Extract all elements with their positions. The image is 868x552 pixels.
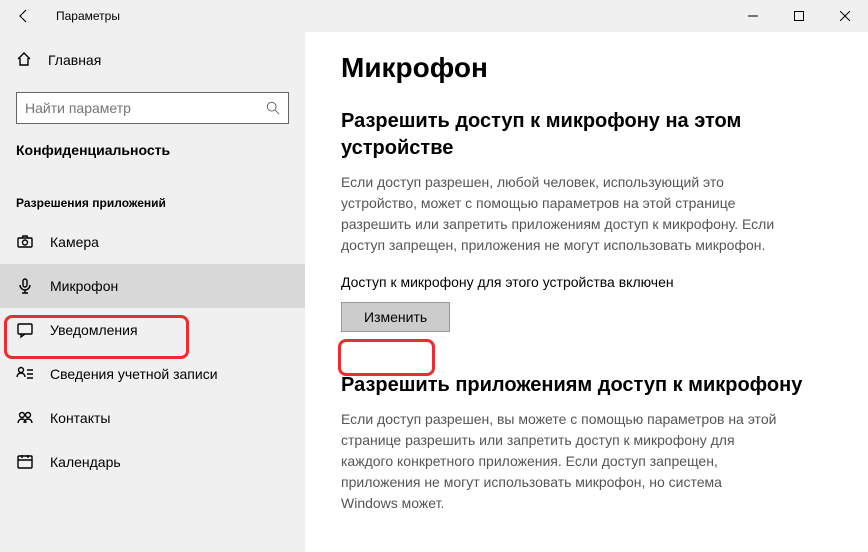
arrow-left-icon	[16, 8, 32, 24]
sidebar-item-label: Микрофон	[50, 278, 118, 294]
minimize-button[interactable]	[730, 0, 776, 32]
home-label: Главная	[48, 52, 101, 68]
section2-heading: Разрешить приложениям доступ к микрофону	[341, 372, 836, 399]
back-button[interactable]	[0, 0, 48, 32]
window-controls	[730, 0, 868, 32]
notifications-icon	[16, 321, 34, 339]
section2-body: Если доступ разрешен, вы можете с помощь…	[341, 409, 781, 514]
sidebar-item-label: Календарь	[50, 454, 121, 470]
group-label: Разрешения приложений	[0, 182, 305, 220]
sidebar-item-label: Контакты	[50, 410, 110, 426]
minimize-icon	[748, 11, 758, 21]
section1-heading: Разрешить доступ к микрофону на этом уст…	[341, 108, 836, 162]
account-info-icon	[16, 365, 34, 383]
section1-body: Если доступ разрешен, любой человек, исп…	[341, 172, 781, 256]
sidebar-item-microphone[interactable]: Микрофон	[0, 264, 305, 308]
close-button[interactable]	[822, 0, 868, 32]
main-content: Микрофон Разрешить доступ к микрофону на…	[305, 32, 868, 552]
close-icon	[840, 11, 850, 21]
sidebar-item-contacts[interactable]: Контакты	[0, 396, 305, 440]
contacts-icon	[16, 409, 34, 427]
sidebar: Главная Конфиденциальность Разрешения пр…	[0, 32, 305, 552]
sidebar-item-notifications[interactable]: Уведомления	[0, 308, 305, 352]
sidebar-item-label: Уведомления	[50, 322, 138, 338]
sidebar-item-label: Камера	[50, 234, 99, 250]
access-status: Доступ к микрофону для этого устройства …	[341, 274, 836, 290]
maximize-button[interactable]	[776, 0, 822, 32]
microphone-icon	[16, 277, 34, 295]
calendar-icon	[16, 453, 34, 471]
window-title: Параметры	[56, 9, 120, 23]
page-title: Микрофон	[341, 52, 836, 84]
titlebar: Параметры	[0, 0, 868, 32]
category-title: Конфиденциальность	[0, 132, 305, 182]
sidebar-item-account-info[interactable]: Сведения учетной записи	[0, 352, 305, 396]
search-icon	[266, 101, 280, 115]
search-input[interactable]	[25, 100, 266, 116]
maximize-icon	[794, 11, 804, 21]
home-icon	[16, 51, 32, 70]
sidebar-item-camera[interactable]: Камера	[0, 220, 305, 264]
change-button[interactable]: Изменить	[341, 302, 450, 332]
search-box[interactable]	[16, 92, 289, 124]
sidebar-item-label: Сведения учетной записи	[50, 366, 218, 382]
home-link[interactable]: Главная	[0, 40, 305, 80]
sidebar-item-calendar[interactable]: Календарь	[0, 440, 305, 484]
camera-icon	[16, 233, 34, 251]
